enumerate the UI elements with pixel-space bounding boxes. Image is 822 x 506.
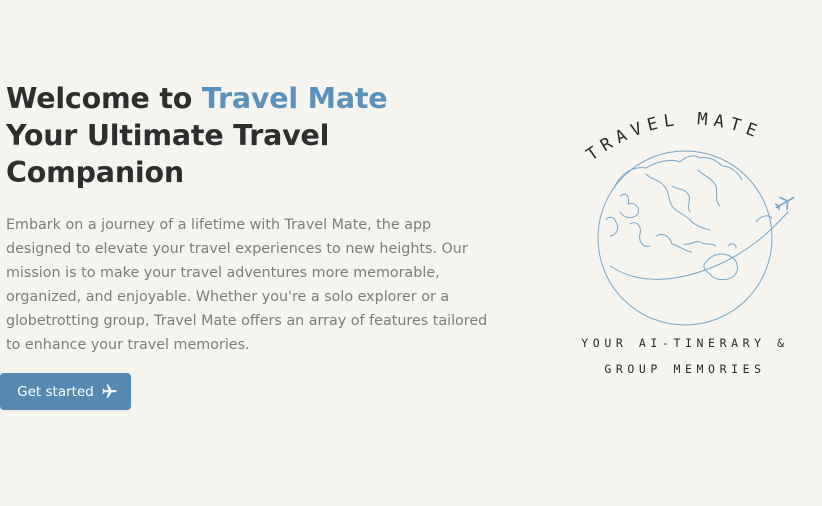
page-title: Welcome to Travel Mate Your Ultimate Tra… bbox=[6, 80, 506, 191]
heading-prefix: Welcome to bbox=[6, 82, 202, 115]
heading-line-3: Companion bbox=[6, 156, 184, 189]
hero-section: Welcome to Travel Mate Your Ultimate Tra… bbox=[6, 80, 506, 357]
get-started-label: Get started bbox=[17, 383, 94, 400]
logo-tagline-line-2: GROUP MEMORIES bbox=[604, 362, 766, 376]
globe-with-airplane-icon bbox=[597, 150, 789, 326]
travel-mate-logo: TRAVEL MATE bbox=[560, 96, 810, 396]
heading-line-1: Welcome to Travel Mate bbox=[6, 80, 506, 117]
airplane-icon bbox=[101, 383, 118, 400]
logo-tagline-line-1: YOUR AI-TINERARY & bbox=[581, 336, 789, 350]
hero-description: Embark on a journey of a lifetime with T… bbox=[6, 217, 488, 353]
heading-brand-name: Travel Mate bbox=[201, 82, 388, 115]
logo-airplane-icon bbox=[775, 196, 795, 211]
heading-line-2: Your Ultimate Travel bbox=[6, 119, 330, 152]
get-started-button[interactable]: Get started bbox=[0, 373, 131, 410]
logo-arc-title: TRAVEL MATE bbox=[583, 109, 765, 165]
